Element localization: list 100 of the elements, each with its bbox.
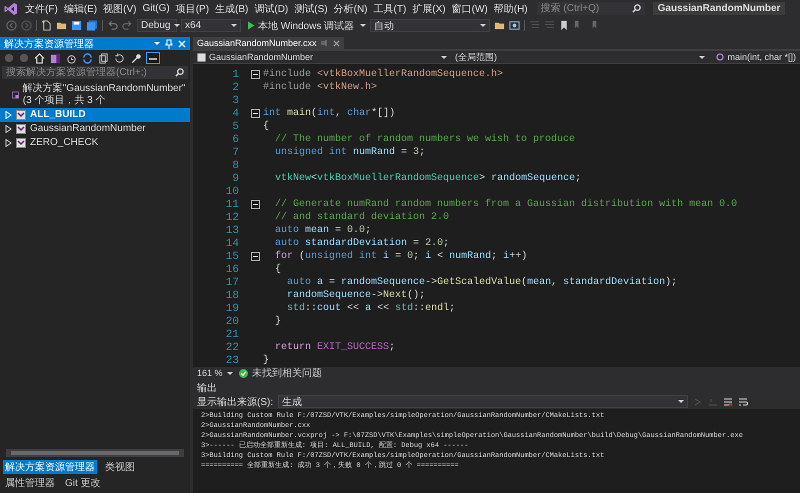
pages-icon[interactable] xyxy=(98,52,109,64)
line-number: 12 xyxy=(224,212,240,224)
menu-item[interactable]: 窗口(W) xyxy=(448,2,491,16)
line-number: 16 xyxy=(224,264,240,276)
app-logo-icon xyxy=(4,2,18,16)
code-line: { xyxy=(263,121,270,132)
line-number: 17 xyxy=(224,276,240,288)
line-number: 15 xyxy=(224,250,240,262)
play-icon xyxy=(247,21,255,30)
check-icon xyxy=(239,368,248,378)
collapse-icon[interactable] xyxy=(251,70,260,79)
line-number: 6 xyxy=(231,134,240,146)
line-number: 22 xyxy=(224,342,240,354)
line-number: 1 xyxy=(231,68,240,80)
output-source-dropdown[interactable]: 生成 xyxy=(278,395,688,408)
menu-item[interactable]: 工具(T) xyxy=(370,2,410,16)
line-number: 18 xyxy=(224,290,240,302)
configuration-dropdown[interactable]: Debug xyxy=(137,19,177,32)
line-number: 14 xyxy=(224,238,240,250)
project-tree-item[interactable]: ZERO_CHECK xyxy=(0,136,190,150)
menu-item[interactable]: 帮助(H) xyxy=(490,2,531,16)
bookmark-icon[interactable] xyxy=(559,20,570,31)
menu-item[interactable]: 编辑(E) xyxy=(60,2,100,16)
screenshot-icon[interactable] xyxy=(509,20,520,31)
menu-item[interactable]: 生成(B) xyxy=(212,2,252,16)
folder-icon[interactable] xyxy=(494,20,506,31)
line-number: 8 xyxy=(231,160,240,172)
menu-item[interactable]: Git(G) xyxy=(139,3,173,14)
search-icon xyxy=(632,4,641,13)
collapse-icon[interactable] xyxy=(251,252,260,261)
menu-item[interactable]: 分析(N) xyxy=(330,2,370,16)
solution-view-icon[interactable] xyxy=(50,52,61,64)
line-number: 20 xyxy=(224,316,240,328)
code-line: } xyxy=(263,355,270,366)
zoom-dropdown[interactable]: 161 % xyxy=(193,368,235,378)
menu-item[interactable]: 测试(S) xyxy=(291,2,331,16)
panel-tab[interactable]: 类视图 xyxy=(103,460,137,474)
code-line: { xyxy=(274,264,282,275)
search-icon xyxy=(175,68,184,77)
code-line: vtkNew<vtkBoxMuellerRandomSequence> randomSequence; xyxy=(274,173,582,184)
scope-dropdown[interactable]: (全局范围) xyxy=(451,51,709,63)
panel-tab[interactable]: Git 更改 xyxy=(63,476,103,490)
word-wrap-icon[interactable] xyxy=(738,396,748,406)
sync-icon[interactable] xyxy=(82,52,93,64)
code-line: // Generate numRand random numbers from a Gaussian distribution with mean 0.0 xyxy=(274,199,738,210)
editor-tab[interactable]: GaussianRandomNumber.cxx xyxy=(193,37,344,49)
member-dropdown[interactable]: main(int, char *[]) xyxy=(712,51,800,63)
code-line: int main(int, char*[]) xyxy=(263,108,396,119)
menu-item[interactable]: 视图(V) xyxy=(100,2,140,16)
code-line: auto standardDeviation = 2.0; xyxy=(274,238,450,249)
home-icon[interactable] xyxy=(34,52,45,64)
collapse-icon[interactable] xyxy=(251,200,260,209)
preview-icon[interactable] xyxy=(146,52,160,64)
search-field[interactable]: 搜索 (Ctrl+Q) xyxy=(536,2,645,15)
line-number: 10 xyxy=(224,186,240,198)
open-folder-icon[interactable] xyxy=(56,20,67,31)
code-line: auto mean = 0.0; xyxy=(274,225,372,236)
wrench-icon[interactable] xyxy=(130,52,141,64)
solution-tree-item[interactable]: 解决方案"GaussianRandomNumber"(3 个项目，共 3 个 xyxy=(0,82,190,108)
code-line: randomSequence->Next(); xyxy=(286,290,426,301)
solution-icon xyxy=(12,90,19,100)
clear-all-icon[interactable] xyxy=(723,396,734,406)
collapse-icon[interactable] xyxy=(251,109,260,118)
line-number: 5 xyxy=(231,120,240,132)
line-number: 7 xyxy=(231,146,240,158)
line-number: 3 xyxy=(231,94,240,106)
project-icon xyxy=(16,124,26,134)
code-line: std::cout << a << std::endl; xyxy=(286,303,456,314)
project-tree-item[interactable]: GaussianRandomNumber xyxy=(0,122,190,136)
new-item-icon[interactable] xyxy=(41,20,52,31)
menu-item[interactable]: 文件(F) xyxy=(22,2,61,16)
panel-tab[interactable]: 解决方案资源管理器 xyxy=(3,460,97,474)
mode-dropdown[interactable]: 自动 xyxy=(370,19,490,32)
redo-icon[interactable] xyxy=(122,20,133,31)
horizontal-scrollbar[interactable] xyxy=(6,449,184,457)
line-number: 9 xyxy=(231,172,240,184)
save-all-icon[interactable] xyxy=(86,20,98,31)
caret-icon[interactable] xyxy=(360,24,366,27)
menu-item[interactable]: 扩展(X) xyxy=(409,2,449,16)
history-icon[interactable] xyxy=(66,52,77,64)
close-icon[interactable] xyxy=(332,40,340,46)
start-debugger-button[interactable]: 本地 Windows 调试器 xyxy=(245,18,356,32)
project-dropdown[interactable]: GaussianRandomNumber xyxy=(193,51,451,63)
code-line: return EXIT_SUCCESS; xyxy=(274,342,396,353)
panel-tab[interactable]: 属性管理器 xyxy=(3,476,57,490)
code-line: auto a = randomSequence->GetScaledValue(mean, standardDeviation); xyxy=(286,277,678,288)
refresh-icon[interactable] xyxy=(114,52,125,64)
menu-item[interactable]: 调试(D) xyxy=(251,2,292,16)
menu-item[interactable]: 项目(P) xyxy=(172,2,212,16)
undo-icon[interactable] xyxy=(107,20,118,31)
line-number: 4 xyxy=(231,108,240,120)
line-number: 2 xyxy=(231,82,240,94)
code-line: // and standard deviation 2.0 xyxy=(274,212,450,223)
project-tree-item[interactable]: ALL_BUILD xyxy=(0,108,190,122)
line-number: 13 xyxy=(224,224,240,236)
code-line: #include <vtkBoxMuellerRandomSequence.h> xyxy=(263,69,504,80)
platform-dropdown[interactable]: x64 xyxy=(181,19,241,32)
save-icon[interactable] xyxy=(71,20,82,31)
project-icon xyxy=(16,138,26,148)
project-icon xyxy=(197,52,206,62)
